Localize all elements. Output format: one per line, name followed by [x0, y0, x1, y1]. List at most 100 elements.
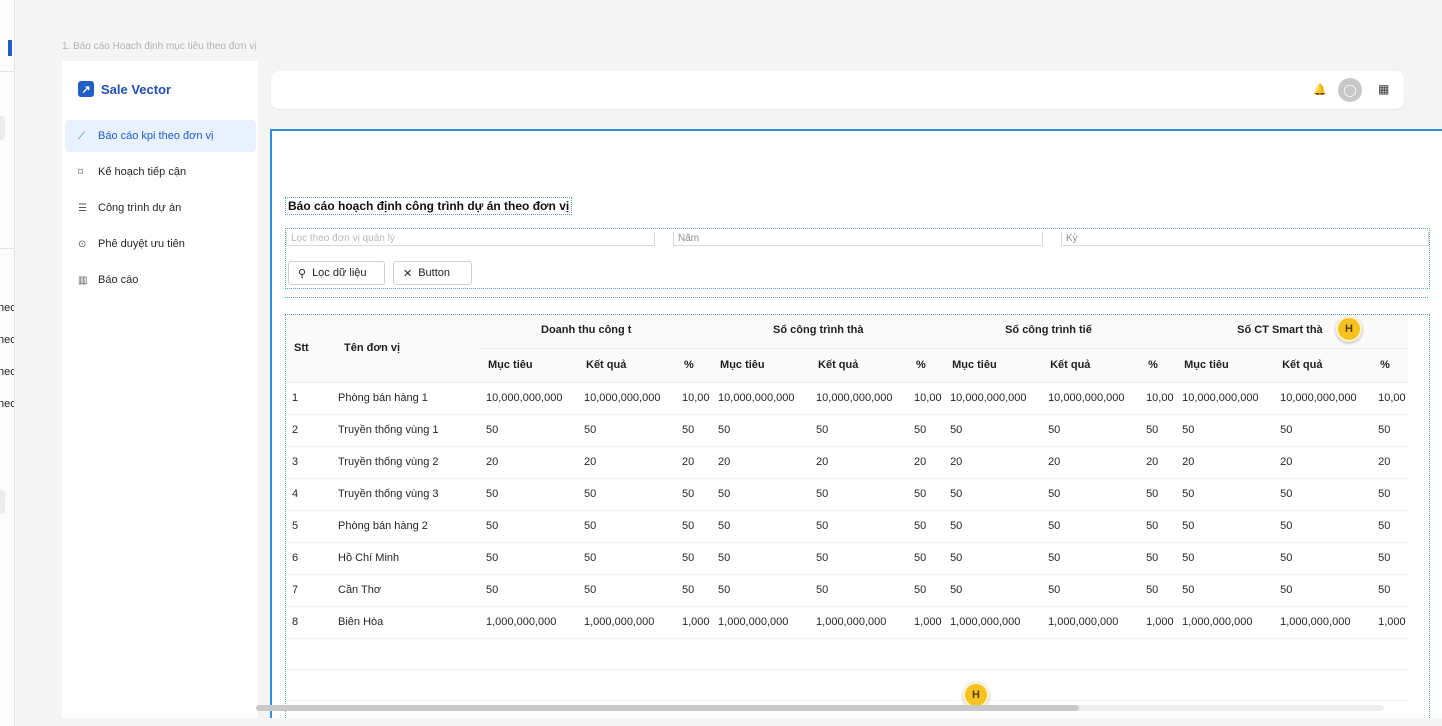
filter-bar: ⚲ Lọc dữ liệu ✕ Button [285, 228, 1430, 289]
logo-arrow-icon: ↗ [78, 81, 94, 97]
report-content: Báo cáo hoạch định công trình dự án theo… [270, 129, 1442, 718]
sidebar-item-label: Kế hoạch tiếp cận [98, 166, 187, 178]
cell-value: 20 [1042, 446, 1141, 479]
cell-value: 20 [908, 446, 945, 479]
line-chart-icon: ⟋ [78, 130, 85, 142]
cell-value: 20 [1140, 446, 1177, 479]
cell-value: 1,000,000,000 [1176, 606, 1275, 639]
cell-value: 50 [578, 510, 676, 543]
sidebar-item-2[interactable]: ☰ Công trình dự án [65, 192, 256, 224]
cell-value: 10,000,000,000 [480, 382, 578, 415]
cell-value: 20 [578, 446, 676, 479]
cell-stt: 8 [286, 606, 330, 639]
cell-stt: 4 [286, 478, 330, 511]
sidebar-menu: ⟋ Báo cáo kpi theo đơn vị ⌑ Kế hoạch tiếp c… [65, 120, 256, 300]
empty-cell [908, 669, 945, 701]
column-header-stt: Stt [286, 315, 330, 383]
table-row[interactable]: 2 Truyền thống vùng 1 50 50 50 50 50 50 50 50 50 50… [286, 414, 1409, 447]
cell-stt: 7 [286, 574, 330, 607]
empty-row [286, 638, 1409, 670]
empty-cell [810, 638, 909, 670]
column-group-header: Doanh thu công t [480, 315, 713, 349]
table-row[interactable]: 5 Phòng bán hàng 2 50 50 50 50 50 50 50 50 50 50 50 5… [286, 510, 1409, 543]
cell-value: 50 [1176, 542, 1275, 575]
unit-filter-input[interactable] [286, 232, 655, 246]
app-grid-icon[interactable]: ▦ [1378, 82, 1389, 96]
table-row[interactable]: 6 Hồ Chí Minh 50 50 50 50 50 50 50 50 50 50 50 50 [286, 542, 1409, 575]
cell-unit-name: Hồ Chí Minh [330, 542, 480, 575]
user-icon: ◯ [1343, 83, 1357, 97]
list-icon: ☰ [78, 202, 87, 214]
table-row[interactable]: 8 Biên Hòa 1,000,000,000 1,000,000,000 1,000… [286, 606, 1409, 639]
cell-value: 50 [1042, 414, 1141, 447]
cell-value: 20 [1274, 446, 1373, 479]
filter-data-button[interactable]: ⚲ Lọc dữ liệu [288, 261, 385, 285]
cell-value: 10,000,000,000 [1274, 382, 1373, 415]
bell-icon[interactable]: 🔔 [1313, 83, 1327, 96]
cell-stt: 3 [286, 446, 330, 479]
cell-value: 50 [480, 414, 578, 447]
table-row[interactable]: 3 Truyền thống vùng 2 20 20 20 20 20 20 20 20 20 20… [286, 446, 1409, 479]
cell-value: 50 [908, 510, 945, 543]
scrollbar-thumb[interactable] [256, 705, 1080, 711]
background-divider [0, 71, 14, 72]
check-circle-icon: ⊙ [78, 238, 87, 250]
empty-cell [712, 638, 811, 670]
cell-value: 50 [712, 542, 811, 575]
sidebar-item-label: Báo cáo [98, 274, 139, 286]
column-subheader: Kết quả [810, 348, 909, 383]
extra-button[interactable]: ✕ Button [393, 261, 472, 285]
app-logo[interactable]: ↗ Sale Vector [78, 81, 171, 97]
horizontal-scrollbar[interactable] [256, 705, 1384, 711]
cell-value: 50 [1274, 414, 1373, 447]
table-row[interactable]: 7 Cần Thơ 50 50 50 50 50 50 50 50 50 50 50 50 [286, 574, 1409, 607]
cell-value: 50 [1176, 478, 1275, 511]
empty-cell [944, 669, 1043, 701]
sidebar-item-label: Công trình dự án [98, 202, 182, 214]
empty-cell [1042, 669, 1141, 701]
cell-value: 50 [810, 478, 909, 511]
cell-value: 50 [578, 542, 676, 575]
cell-unit-name: Biên Hòa [330, 606, 480, 639]
sidebar-item-0[interactable]: ⟋ Báo cáo kpi theo đơn vị [65, 120, 256, 152]
empty-cell [1140, 669, 1177, 701]
background-text-fragment: heo [0, 398, 14, 410]
cell-value: 50 [810, 542, 909, 575]
empty-cell [908, 638, 945, 670]
sidebar-item-1[interactable]: ⌑ Kế hoạch tiếp cận [65, 156, 256, 188]
avatar[interactable]: ◯ [1338, 78, 1362, 102]
cell-value: 50 [944, 574, 1043, 607]
empty-cell [676, 669, 713, 701]
column-subheader: % [1372, 348, 1409, 383]
column-subheader: % [908, 348, 945, 383]
table-row[interactable]: 4 Truyền thống vùng 3 50 50 50 50 50 50 50 50 50 50… [286, 478, 1409, 511]
cell-value: 50 [676, 574, 713, 607]
column-group-header: Số công trình tiế [944, 315, 1177, 349]
year-select[interactable] [673, 232, 1043, 246]
report-table-container[interactable]: Stt Tên đơn vị Doanh thu công t Số công trì… [285, 314, 1430, 718]
background-text-fragment: heo [0, 366, 14, 378]
column-group-header: Số CT Smart thà [1176, 315, 1409, 349]
empty-cell [1274, 669, 1373, 701]
empty-cell [1274, 638, 1373, 670]
period-select[interactable] [1061, 232, 1429, 246]
breadcrumb: 1. Báo cáo Hoạch định mục tiêu theo đơn … [62, 41, 257, 52]
background-divider [0, 248, 14, 249]
sidebar-item-3[interactable]: ⊙ Phê duyệt ưu tiên [65, 228, 256, 260]
cursor-marker-badge: H [1336, 316, 1362, 342]
page-title: Báo cáo hoạch định công trình dự án theo… [285, 197, 573, 215]
background-highlight [0, 490, 5, 514]
sidebar-item-4[interactable]: ▥ Báo cáo [65, 264, 256, 296]
background-text-fragment: heo [0, 302, 14, 314]
cell-value: 1,000,000,000 [480, 606, 578, 639]
cell-value: 50 [1372, 414, 1409, 447]
sidebar-item-label: Báo cáo kpi theo đơn vị [98, 130, 214, 142]
cell-value: 50 [712, 478, 811, 511]
cell-value: 50 [1274, 510, 1373, 543]
cell-value: 50 [578, 574, 676, 607]
cell-value: 1,000 [676, 606, 713, 639]
cell-value: 50 [712, 414, 811, 447]
cell-value: 50 [908, 574, 945, 607]
table-row[interactable]: 1 Phòng bán hàng 1 10,000,000,000 10,000,00… [286, 382, 1409, 415]
close-icon: ✕ [403, 267, 413, 280]
